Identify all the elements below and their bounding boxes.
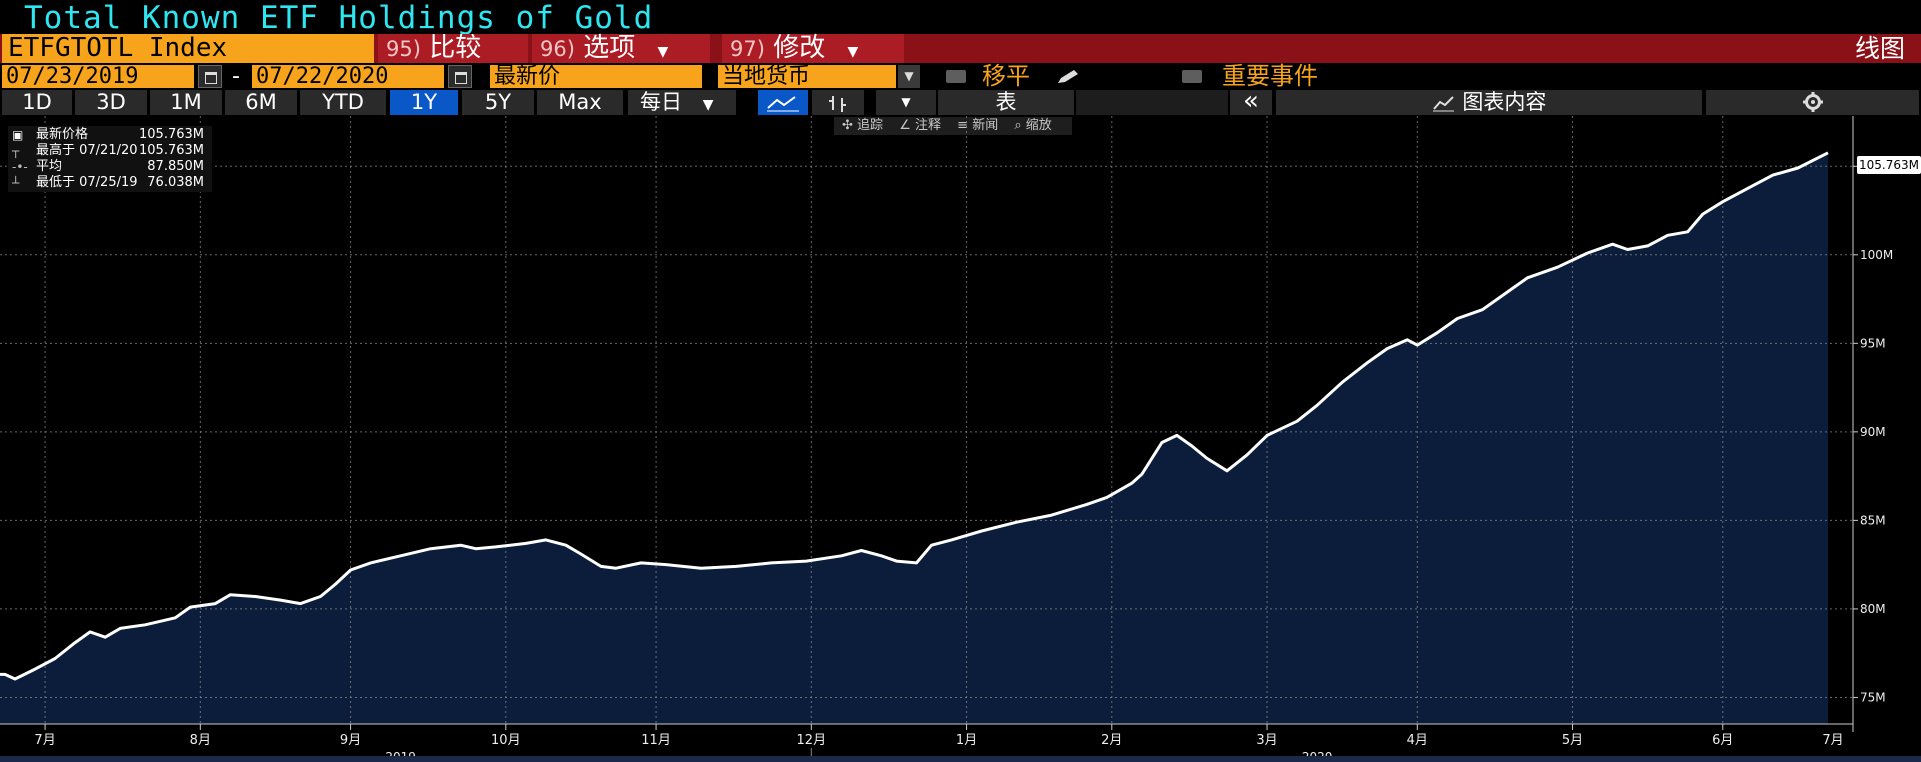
calendar-icon[interactable] [198,65,222,88]
x-tick-label: 12月 [797,733,827,748]
legend-low-label: 最低于 07/25/19 [36,175,138,190]
x-tick-label: 6月 [1712,733,1733,748]
period-button-6m[interactable]: 6M [225,90,297,115]
date-separator: - [232,64,240,89]
x-tick-label: 7月 [34,733,55,748]
period-button-5y[interactable]: 5Y [462,90,534,115]
key-events-label: 重要事件 [1222,62,1318,90]
average-marker-icon: -•- [12,160,28,174]
high-marker-icon: ┬ [12,144,20,158]
x-tick-label: 3月 [1256,733,1277,748]
legend-last-label: 最新价格 [36,127,89,142]
end-date-field[interactable]: 07/22/2020 [252,65,444,88]
price-field-select[interactable]: 最新价 [490,65,702,88]
line-chart-icon[interactable] [758,90,808,115]
x-tick-label: 8月 [190,733,211,748]
chevron-down-icon: ▼ [847,44,859,60]
period-button-1m[interactable]: 1M [150,90,222,115]
moving-average-checkbox[interactable] [946,70,966,83]
y-tick-label: 75M [1860,690,1886,704]
chart-content-button[interactable]: 图表内容 [1276,90,1702,115]
gear-icon[interactable] [1706,90,1919,115]
start-date-field[interactable]: 07/23/2019 [2,65,194,88]
legend-high: ┬ 最高于 07/21/20 105.763M [8,143,208,159]
low-marker-icon: ┴ [12,176,20,190]
chart-mode-label[interactable]: 线图 [1855,34,1905,63]
x-tick-label: 11月 [641,733,671,748]
area-chart: 75M80M85M90M95M100M105M7月8月9月10月11月12月1月… [0,116,1893,762]
period-button-3d[interactable]: 3D [75,90,147,115]
legend-low: ┴ 最低于 07/25/19 76.038M [8,175,208,191]
frequency-label: 每日 [640,90,682,114]
last-value-badge: 105.763M [1857,156,1921,174]
legend-last-value: 105.763M [139,127,204,142]
modify-button[interactable]: 97) 修改 ▼ [722,34,904,63]
menu-number: 97) [730,37,765,61]
period-button-max[interactable]: Max [537,90,623,115]
menu-number: 95) [386,37,421,61]
legend-last: ▣ 最新价格 105.763M [8,127,208,143]
chevron-down-icon[interactable]: ▼ [898,65,920,88]
chevron-down-icon: ▼ [657,44,669,60]
menu-label: 比较 [429,33,482,63]
x-tick-label: 5月 [1562,733,1583,748]
area-fill [0,152,1828,725]
y-tick-label: 90M [1860,425,1886,439]
toolbar-spacer [1076,90,1228,115]
y-tick-label: 80M [1860,602,1886,616]
legend-average-label: 平均 [36,159,63,174]
compare-button[interactable]: 95) 比较 [378,34,528,63]
y-tick-label: 100M [1860,248,1893,262]
chevron-down-icon: ▼ [702,97,714,113]
legend-average: -•- 平均 87.850M [8,159,208,175]
chart-title: Total Known ETF Holdings of Gold [24,0,654,36]
legend-high-label: 最高于 07/21/20 [36,143,138,158]
period-button-1d[interactable]: 1D [2,90,72,115]
chart-content-icon [1432,90,1463,114]
menu-label: 选项 [583,33,636,63]
menu-label: 修改 [773,33,826,63]
frequency-select[interactable]: 每日 ▼ [628,90,736,115]
x-tick-label: 1月 [956,733,977,748]
bar-chart-icon[interactable] [812,90,864,115]
ticker-field[interactable]: ETFGTOTL Index [2,34,374,63]
x-tick-label: 4月 [1407,733,1428,748]
legend-square-icon: ▣ [12,128,24,142]
legend-high-value: 105.763M [139,143,204,158]
legend-average-value: 87.850M [147,159,204,174]
legend-low-value: 76.038M [147,175,204,190]
y-tick-label: 85M [1860,513,1886,527]
bottom-bar [0,756,1921,762]
options-button[interactable]: 96) 选项 ▼ [532,34,710,63]
calendar-icon[interactable] [448,65,472,88]
x-tick-label: 9月 [340,733,361,748]
currency-select[interactable]: 当地货币 [718,65,896,88]
chart-content-label: 图表内容 [1462,90,1547,114]
moving-average-label: 移平 [982,62,1030,90]
x-tick-label: 7月 [1822,733,1843,748]
chart-legend: ▣ 最新价格 105.763M ┬ 最高于 07/21/20 105.763M … [8,126,212,192]
x-tick-label: 2月 [1101,733,1122,748]
menu-number: 96) [540,37,575,61]
chevron-down-icon[interactable]: ▼ [876,90,936,115]
collapse-icon[interactable]: « [1230,88,1272,115]
table-button[interactable]: 表 [938,90,1074,115]
x-tick-label: 10月 [491,733,521,748]
period-button-1y[interactable]: 1Y [390,90,458,115]
pencil-icon[interactable] [1054,68,1084,86]
key-events-checkbox[interactable] [1182,70,1202,83]
y-tick-label: 95M [1860,336,1886,350]
period-button-ytd[interactable]: YTD [300,90,386,115]
